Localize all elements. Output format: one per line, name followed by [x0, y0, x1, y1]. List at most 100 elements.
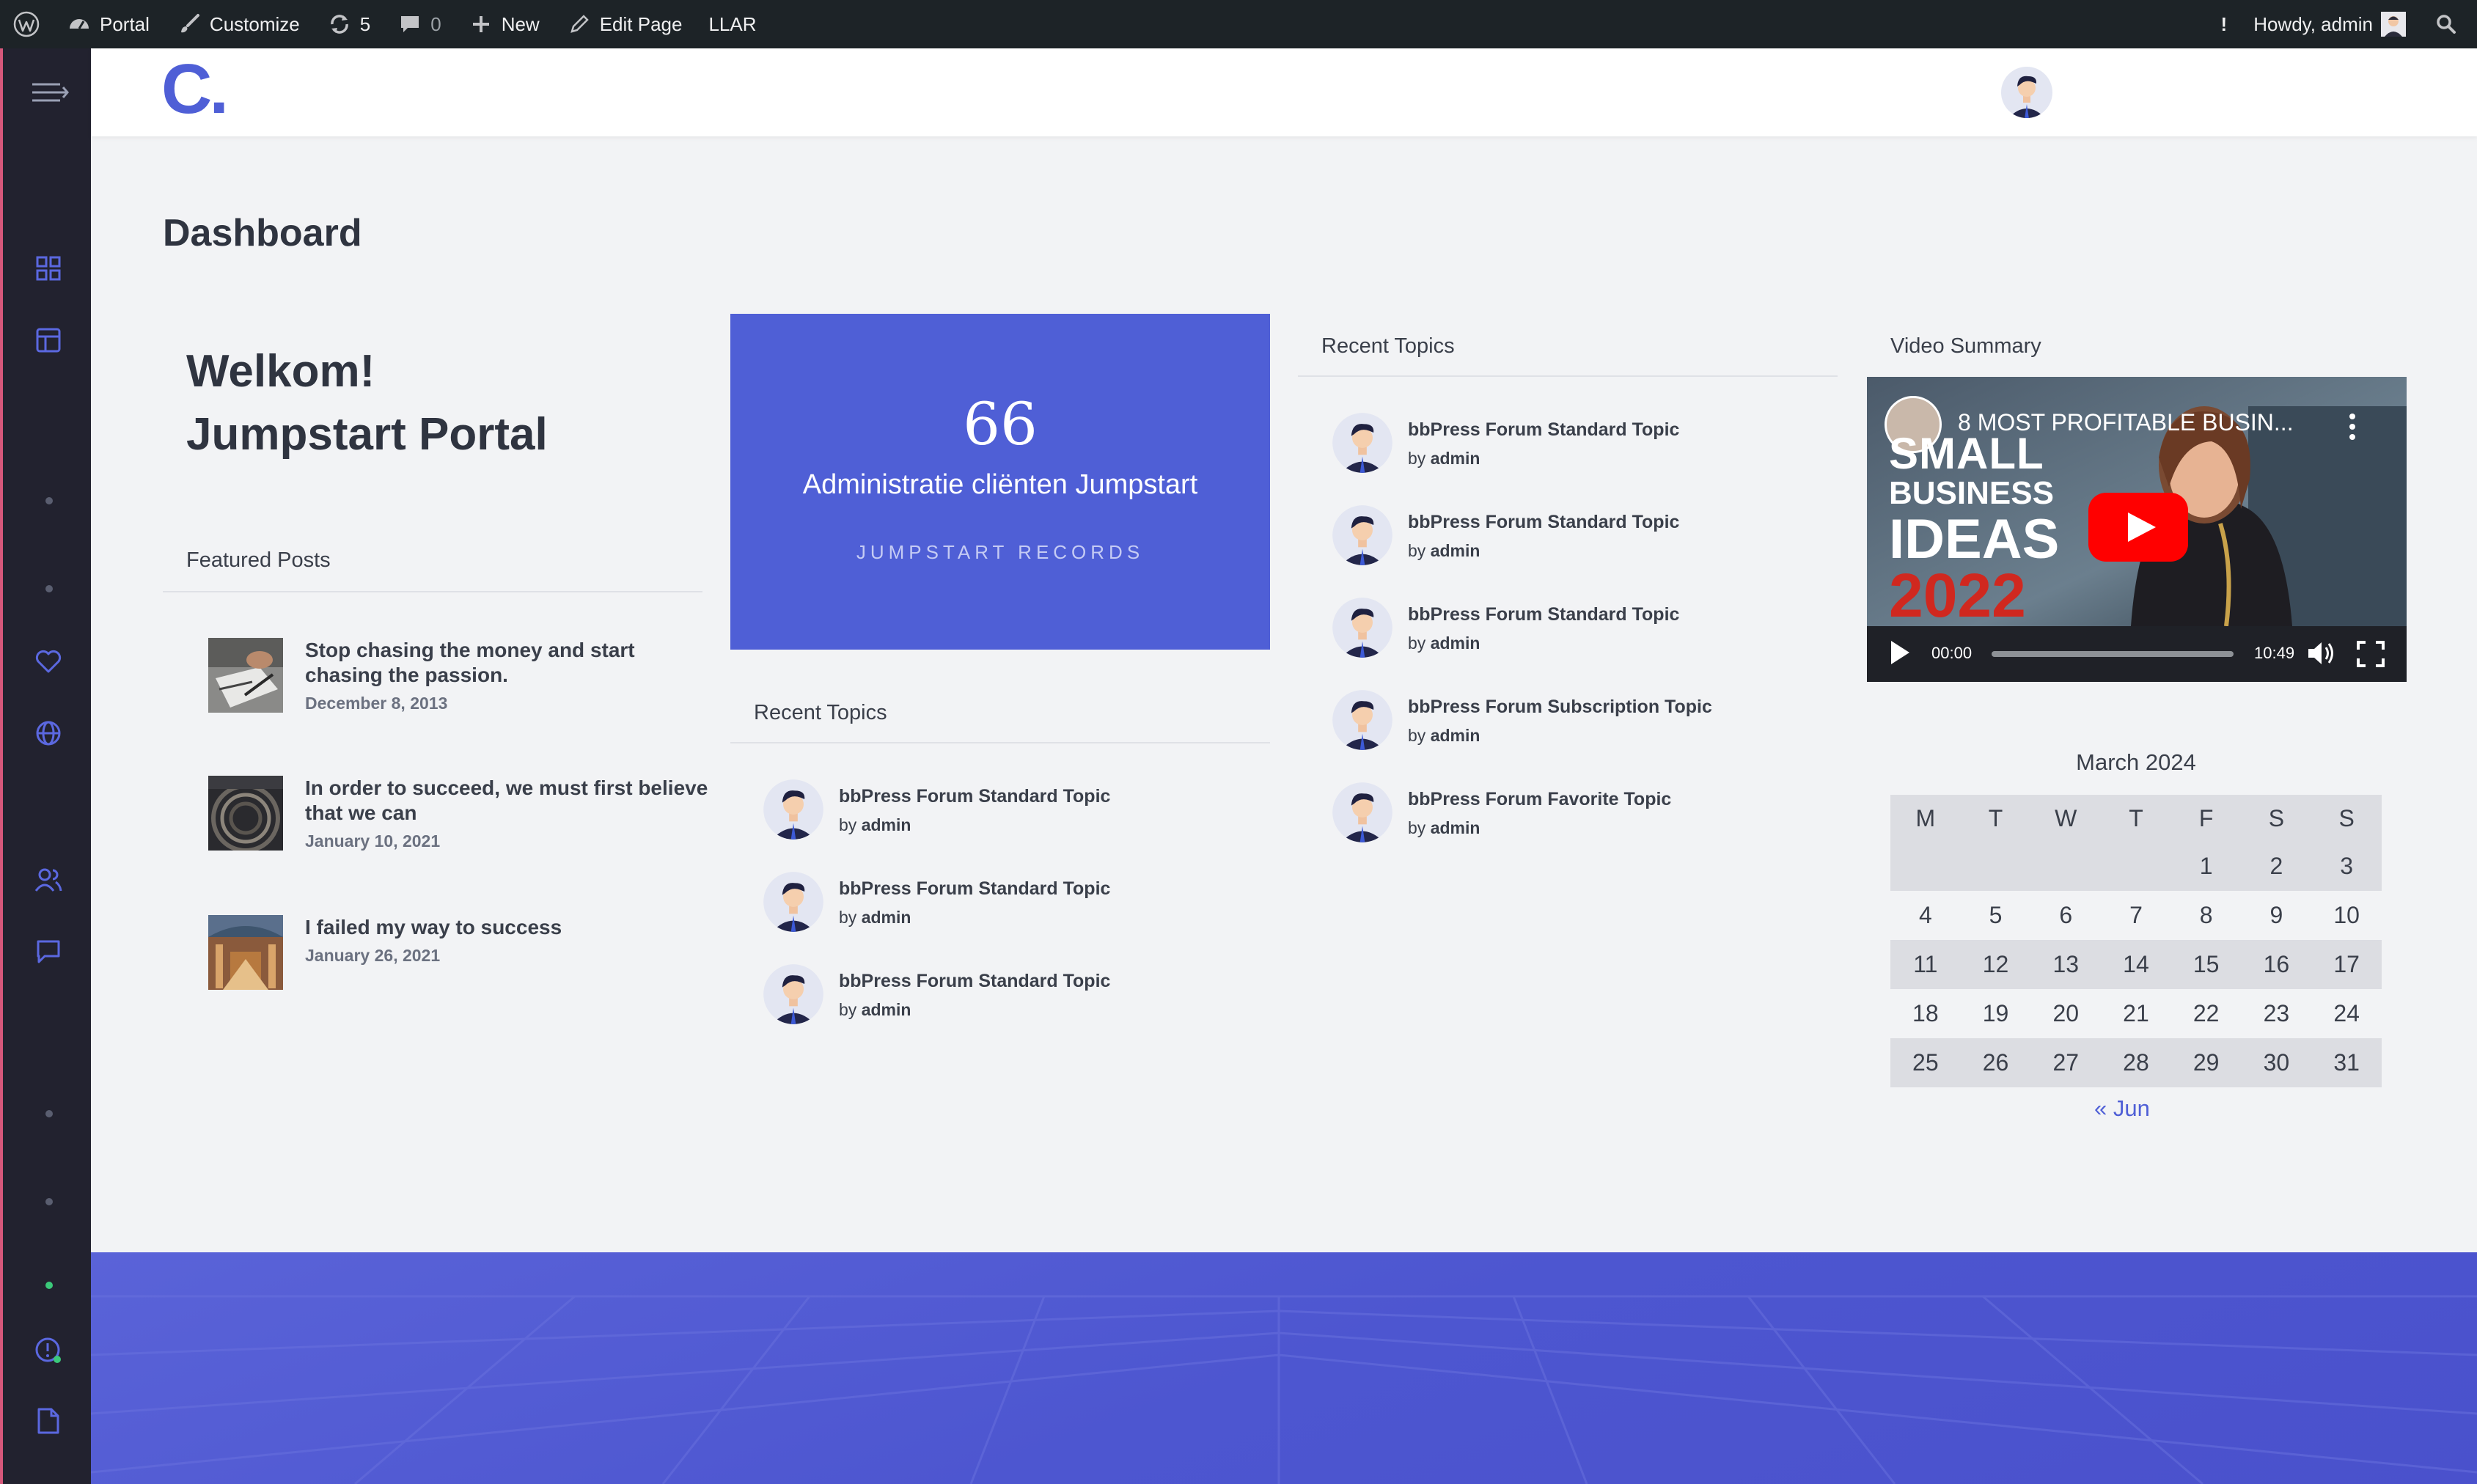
records-card[interactable]: 66 Administratie cliënten Jumpstart JUMP…: [730, 314, 1270, 650]
volume-icon[interactable]: [2307, 639, 2336, 671]
calendar-day: 15: [2170, 940, 2242, 989]
post-date: December 8, 2013: [305, 694, 448, 713]
video-controls: 00:00 10:49: [1867, 626, 2407, 682]
duration: 10:49: [2254, 644, 2295, 662]
topic-author[interactable]: admin: [862, 815, 911, 834]
sidebar-dot: [45, 497, 53, 504]
topic-title[interactable]: bbPress Forum Favorite Topic: [1408, 789, 1671, 810]
calendar-day: 3: [2311, 842, 2382, 891]
admin-bar: Portal Customize 5 0 New Edit Page LLAR: [0, 0, 2477, 48]
kebab-icon[interactable]: [2345, 412, 2360, 441]
featured-post[interactable]: I failed my way to success January 26, 2…: [208, 915, 722, 996]
topic-item[interactable]: bbPress Forum Standard Topic by admin: [1332, 504, 1816, 570]
topic-item[interactable]: bbPress Forum Subscription Topic by admi…: [1332, 689, 1816, 755]
wp-logo-menu[interactable]: [0, 0, 53, 48]
topic-item[interactable]: bbPress Forum Standard Topic by admin: [1332, 597, 1816, 663]
topic-byline: by admin: [1408, 541, 1480, 561]
records-card-title: Administratie cliënten Jumpstart: [802, 469, 1198, 500]
calendar-day: [2030, 842, 2102, 891]
topic-item[interactable]: bbPress Forum Standard Topic by admin: [763, 963, 1247, 1029]
alert-icon[interactable]: [34, 1336, 63, 1365]
notice-exclamation: !: [2220, 12, 2228, 35]
topic-author-avatar: [763, 963, 824, 1029]
site-logo[interactable]: C.: [161, 50, 229, 128]
calendar-day: 23: [2263, 1000, 2290, 1026]
topic-author[interactable]: admin: [1431, 633, 1480, 653]
welcome-line-2: Jumpstart Portal: [186, 409, 548, 460]
post-thumbnail-stairs[interactable]: [208, 776, 283, 853]
header-avatar[interactable]: [2000, 66, 2053, 119]
post-title[interactable]: Stop chasing the money and start chasing…: [305, 638, 716, 688]
topic-author-avatar: [1332, 412, 1393, 477]
topic-item[interactable]: bbPress Forum Favorite Topic by admin: [1332, 782, 1816, 848]
updates-count: 5: [359, 12, 371, 35]
dashboard-icon: [66, 11, 92, 37]
customize-link[interactable]: Customize: [163, 0, 313, 48]
sidebar-dot: [45, 1110, 53, 1117]
topic-author-avatar: [1332, 504, 1393, 570]
calendar-day: 19: [1982, 1000, 2009, 1026]
notice-link[interactable]: !: [2208, 0, 2241, 48]
site-logo-text: C.: [161, 50, 229, 128]
seek-bar[interactable]: [1992, 651, 2234, 657]
topic-title[interactable]: bbPress Forum Standard Topic: [839, 878, 1110, 900]
admin-search[interactable]: [2420, 0, 2477, 48]
new-content-menu[interactable]: New: [455, 0, 553, 48]
youtube-play-icon[interactable]: [2088, 493, 2188, 562]
search-icon: [2433, 11, 2459, 37]
globe-icon[interactable]: [34, 719, 63, 748]
topic-author[interactable]: admin: [1431, 541, 1480, 560]
heart-icon[interactable]: [34, 647, 63, 676]
post-title[interactable]: In order to succeed, we must first belie…: [305, 776, 716, 826]
llar-menu[interactable]: LLAR: [695, 0, 769, 48]
updates-link[interactable]: 5: [313, 0, 384, 48]
calendar-day: 29: [2170, 1038, 2242, 1087]
comments-link[interactable]: 0: [384, 0, 454, 48]
featured-post[interactable]: Stop chasing the money and start chasing…: [208, 638, 722, 719]
calendar-prev-month-link[interactable]: « Jun: [2094, 1095, 2150, 1122]
topic-title[interactable]: bbPress Forum Standard Topic: [1408, 419, 1679, 441]
calendar-day: 20: [2052, 1000, 2080, 1026]
customize-label: Customize: [209, 12, 300, 35]
admin-avatar: [2380, 11, 2407, 37]
fullscreen-icon[interactable]: [2357, 641, 2385, 671]
topic-title[interactable]: bbPress Forum Standard Topic: [839, 971, 1110, 992]
topic-author[interactable]: admin: [862, 1000, 911, 1019]
topic-title[interactable]: bbPress Forum Subscription Topic: [1408, 697, 1712, 718]
edit-page-link[interactable]: Edit Page: [553, 0, 696, 48]
document-icon[interactable]: [34, 1406, 63, 1436]
post-title[interactable]: I failed my way to success: [305, 915, 716, 940]
footer-pattern: [91, 1295, 2477, 1484]
post-thumbnail-writing[interactable]: [208, 638, 283, 713]
video-player[interactable]: 8 MOST PROFITABLE BUSIN... SMALL BUSINES…: [1867, 377, 2407, 682]
my-account-menu[interactable]: Howdy, admin: [2240, 0, 2420, 48]
wordpress-icon: [13, 11, 40, 37]
topic-title[interactable]: bbPress Forum Standard Topic: [1408, 604, 1679, 625]
topic-author[interactable]: admin: [1431, 449, 1480, 468]
users-icon[interactable]: [34, 865, 63, 895]
howdy-label: Howdy, admin: [2253, 12, 2373, 35]
topic-item[interactable]: bbPress Forum Standard Topic by admin: [763, 871, 1247, 937]
chat-icon[interactable]: [34, 937, 63, 966]
topic-title[interactable]: bbPress Forum Standard Topic: [839, 786, 1110, 807]
calendar-week: 11 12 13 14 15 16 17: [1890, 940, 2382, 989]
topic-author[interactable]: admin: [862, 908, 911, 927]
topic-by: by: [839, 1000, 857, 1019]
calendar-day: 9: [2269, 902, 2283, 928]
layout-icon[interactable]: [34, 326, 63, 355]
new-label: New: [501, 12, 540, 35]
records-card-subtitle: JUMPSTART RECORDS: [856, 541, 1145, 563]
calendar-day: 6: [2059, 902, 2073, 928]
grid-icon[interactable]: [34, 254, 63, 283]
featured-post[interactable]: In order to succeed, we must first belie…: [208, 776, 722, 856]
topic-title[interactable]: bbPress Forum Standard Topic: [1408, 512, 1679, 533]
topic-author[interactable]: admin: [1431, 818, 1480, 837]
topic-author[interactable]: admin: [1431, 726, 1480, 745]
post-thumbnail-library[interactable]: [208, 915, 283, 990]
menu-toggle-icon[interactable]: [31, 78, 69, 107]
topic-item[interactable]: bbPress Forum Standard Topic by admin: [763, 779, 1247, 845]
topic-by: by: [839, 908, 857, 927]
play-icon[interactable]: [1889, 639, 1911, 669]
site-name-menu[interactable]: Portal: [53, 0, 163, 48]
topic-item[interactable]: bbPress Forum Standard Topic by admin: [1332, 412, 1816, 478]
